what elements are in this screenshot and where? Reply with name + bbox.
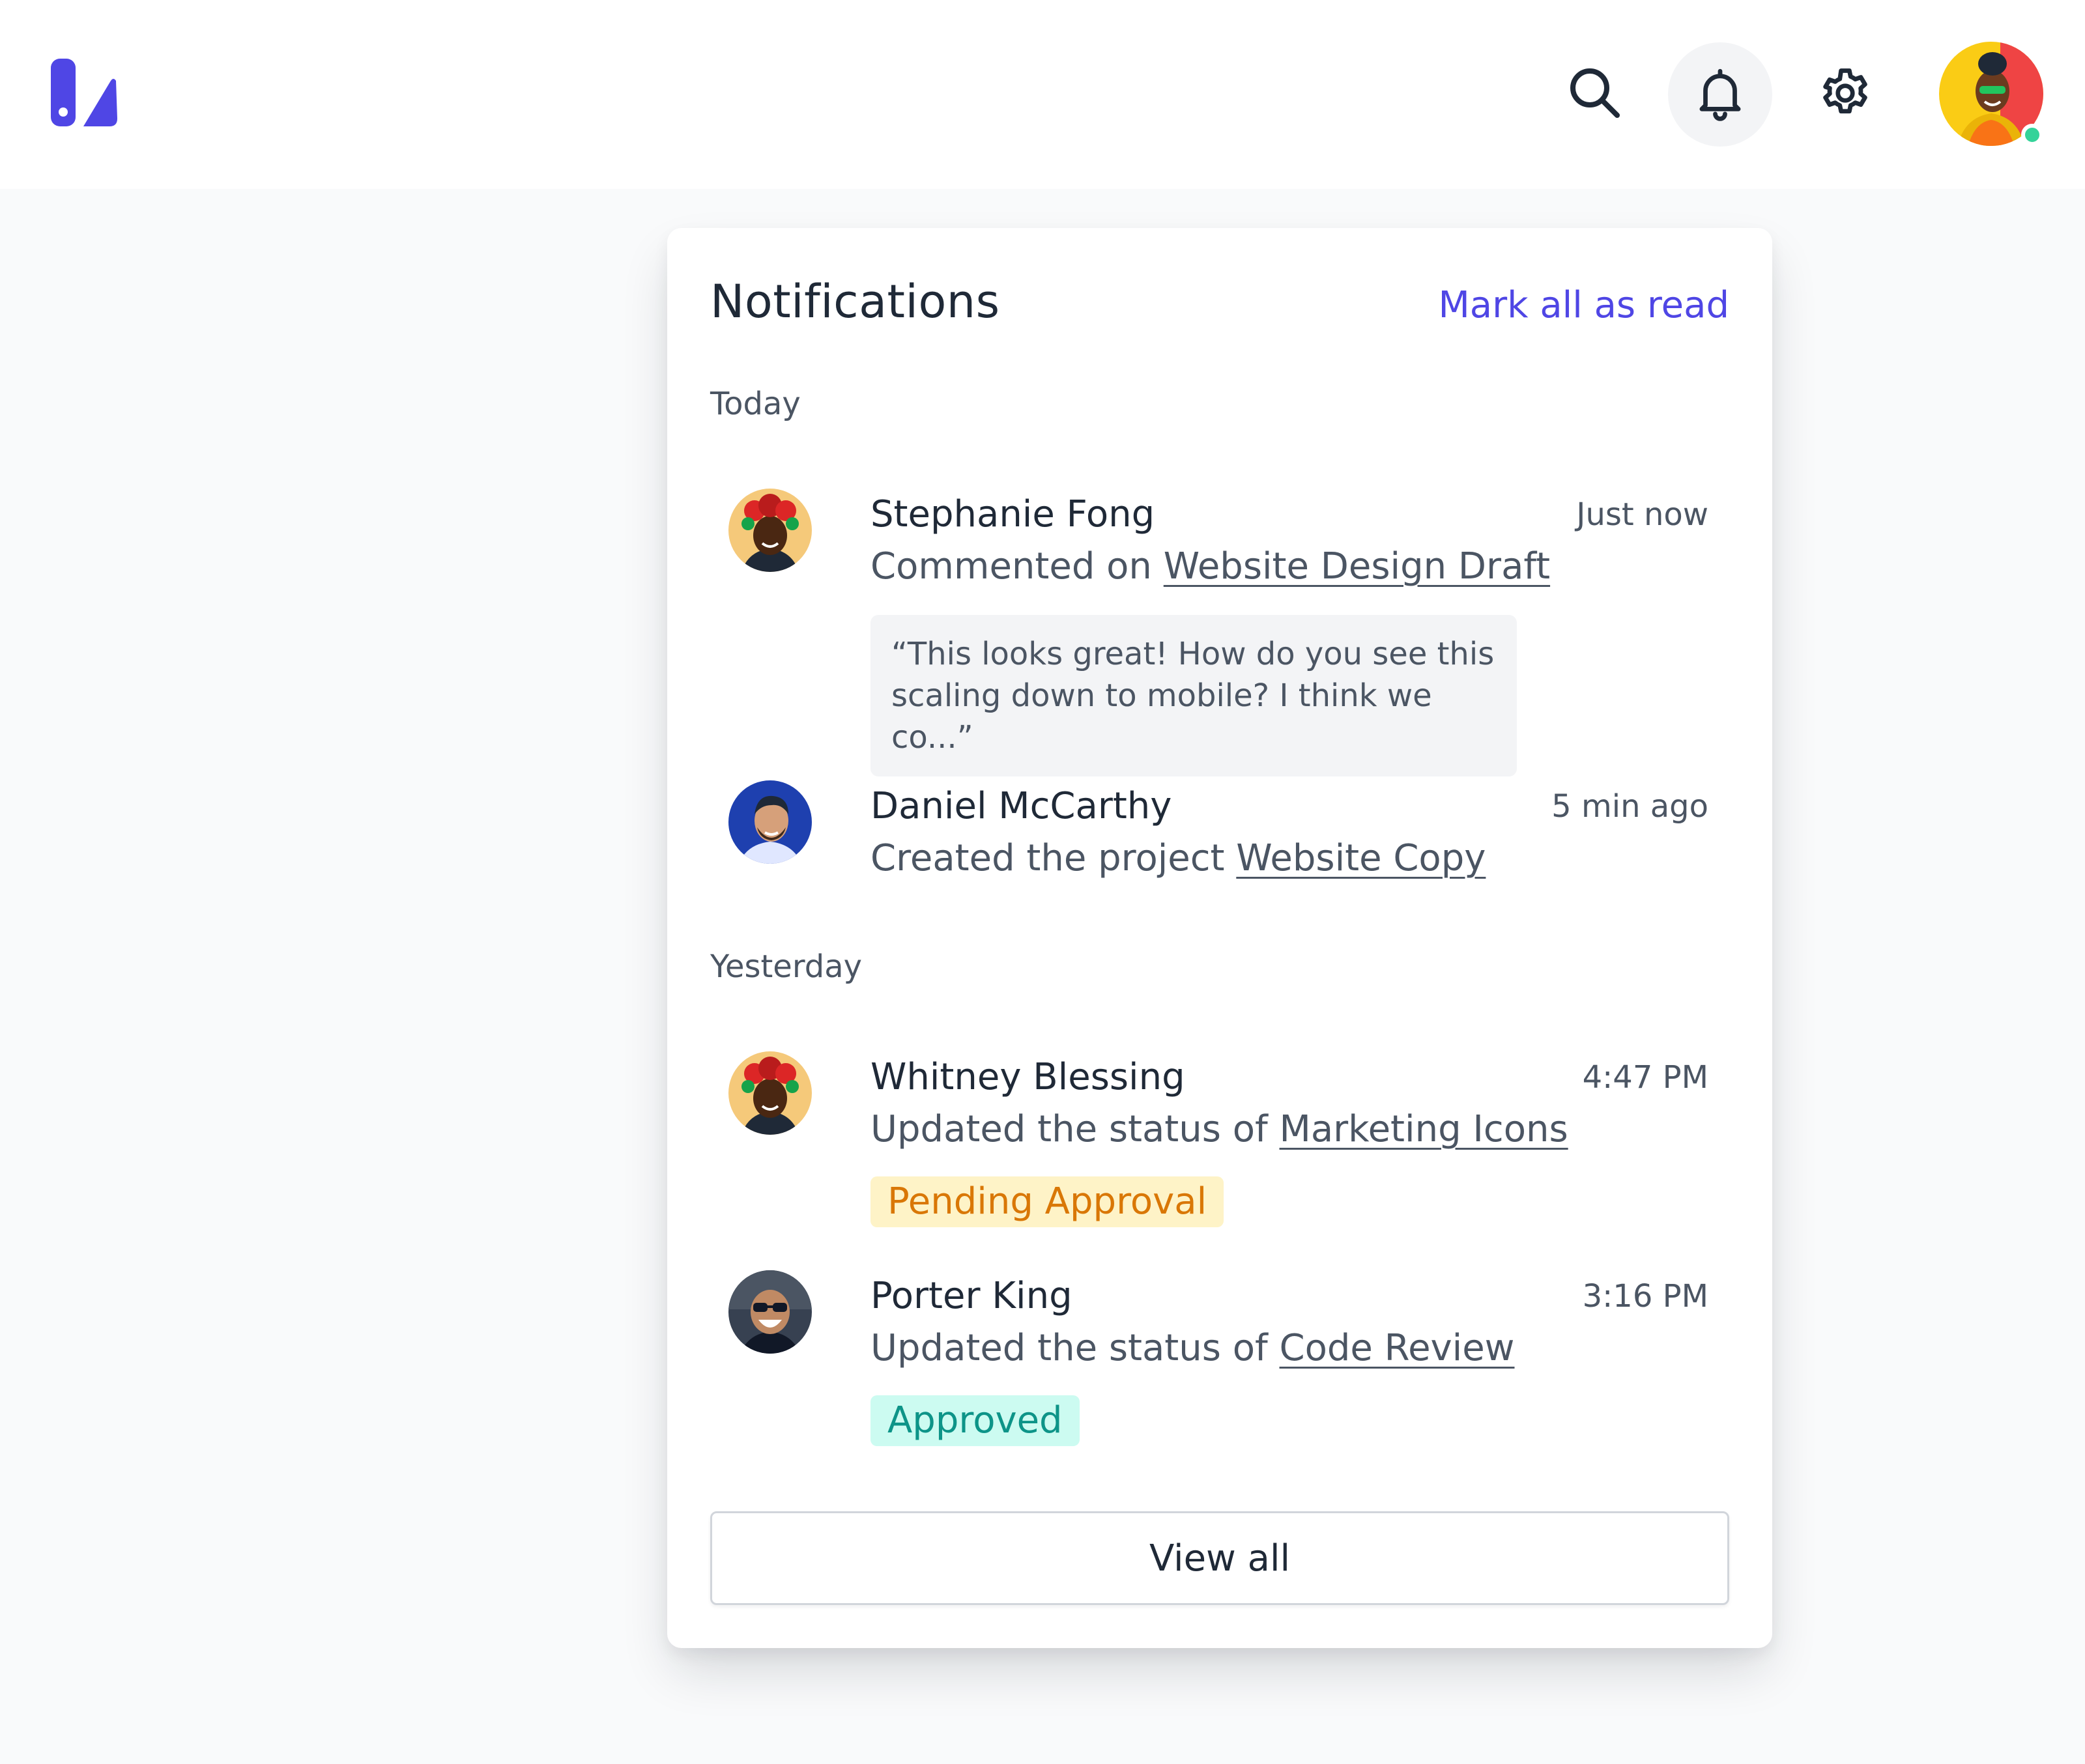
notification-time: 3:16 PM: [1582, 1278, 1708, 1315]
bell-icon: [1691, 64, 1749, 125]
notification-time: 5 min ago: [1551, 788, 1708, 825]
gear-icon: [1816, 64, 1875, 125]
action-text: Commented on: [870, 545, 1164, 588]
notification-action: Created the project Website Copy: [870, 832, 1708, 885]
brand-logo-icon[interactable]: [48, 57, 120, 129]
avatar: [728, 489, 812, 572]
section-label-yesterday: Yesterday: [710, 948, 863, 985]
notification-action: Commented on Website Design Draft: [870, 541, 1708, 593]
user-avatar-button[interactable]: [1938, 40, 2045, 147]
top-bar: [0, 0, 2085, 189]
status-badge: Approved: [870, 1395, 1080, 1446]
status-badge: Pending Approval: [870, 1176, 1224, 1227]
search-icon: [1564, 62, 1626, 127]
avatar: [728, 1270, 812, 1354]
project-link[interactable]: Marketing Icons: [1280, 1108, 1568, 1150]
action-text: Updated the status of: [870, 1108, 1280, 1150]
project-link[interactable]: Website Design Draft: [1164, 545, 1550, 588]
notification-action: Updated the status of Marketing Icons: [870, 1103, 1708, 1156]
search-button[interactable]: [1543, 42, 1647, 147]
notifications-panel: Notifications Mark all as read Today Ste…: [667, 228, 1772, 1648]
avatar: [728, 1051, 812, 1135]
section-label-today: Today: [710, 386, 801, 422]
view-all-button[interactable]: View all: [710, 1511, 1729, 1605]
notification-time: 4:47 PM: [1582, 1059, 1708, 1096]
notifications-button[interactable]: [1668, 42, 1772, 147]
action-text: Created the project: [870, 837, 1237, 879]
avatar: [728, 780, 812, 864]
online-status-indicator: [2021, 124, 2043, 146]
notification-action: Updated the status of Code Review: [870, 1322, 1708, 1374]
action-text: Updated the status of: [870, 1327, 1280, 1369]
notification-time: Just now: [1576, 496, 1708, 533]
comment-preview: “This looks great! How do you see this s…: [870, 615, 1517, 776]
project-link[interactable]: Website Copy: [1236, 837, 1486, 879]
panel-title: Notifications: [710, 275, 1000, 328]
project-link[interactable]: Code Review: [1280, 1327, 1515, 1369]
settings-button[interactable]: [1793, 42, 1897, 147]
mark-all-read-link[interactable]: Mark all as read: [1438, 284, 1729, 326]
